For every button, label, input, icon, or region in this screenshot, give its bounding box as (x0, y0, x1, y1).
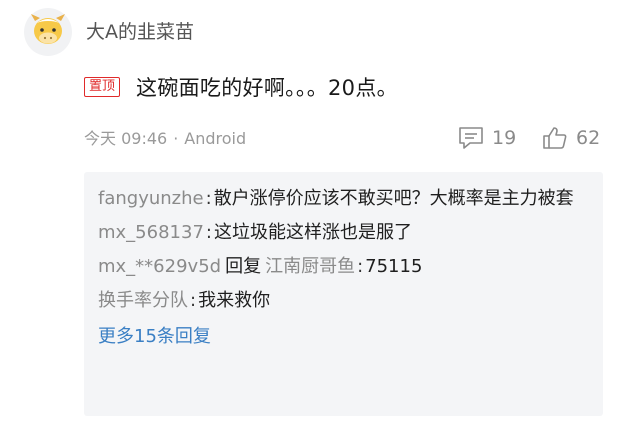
comment-text: 这碗面吃的好啊。。。20点。 (136, 76, 398, 100)
reply-user[interactable]: mx_**629v5d (98, 256, 221, 277)
reply-separator: : (205, 222, 212, 243)
cow-avatar-icon (29, 11, 67, 53)
reply-user[interactable]: 换手率分队 (98, 290, 188, 311)
comment-body: 置顶 这碗面吃的好啊。。。20点。 (84, 70, 398, 104)
reply-count-button[interactable]: 19 (458, 124, 516, 152)
reply-separator: : (190, 290, 197, 311)
comment-meta: 今天 09:46 · Android (84, 128, 246, 150)
reply-user[interactable]: fangyunzhe (98, 188, 204, 209)
username[interactable]: 大A的韭菜苗 (86, 18, 194, 46)
reply-text: 这垃圾能这样涨也是服了 (213, 222, 412, 243)
reply-keyword: 回复 (225, 256, 262, 277)
comment-platform: Android (184, 129, 247, 148)
reply-text: 散户涨停价应该不敢买吧？大概率是主力被套 (213, 188, 574, 209)
reply-text: 75115 (365, 256, 423, 277)
reply-user[interactable]: mx_568137 (98, 222, 204, 243)
replies-panel: fangyunzhe: 散户涨停价应该不敢买吧？大概率是主力被套 mx_56813… (84, 172, 603, 416)
comment-icon (459, 127, 483, 149)
like-count: 62 (576, 127, 601, 149)
meta-separator: · (173, 129, 179, 148)
reply-item[interactable]: mx_568137: 这垃圾能这样涨也是服了 (98, 216, 589, 250)
reply-item[interactable]: mx_**629v5d 回复 江南厨哥鱼:75115 (98, 250, 589, 284)
reply-text: 我来救你 (198, 290, 271, 311)
reply-item[interactable]: 换手率分队: 我来救你 (98, 284, 589, 318)
comment-timestamp: 今天 09:46 (84, 129, 168, 148)
reply-item[interactable]: fangyunzhe: 散户涨停价应该不敢买吧？大概率是主力被套 (98, 182, 589, 216)
reply-separator: : (357, 256, 364, 277)
reply-count: 19 (492, 127, 517, 149)
pinned-badge: 置顶 (84, 77, 121, 97)
like-button[interactable]: 62 (542, 124, 600, 152)
more-replies-link[interactable]: 更多15条回复 (98, 320, 589, 354)
reply-separator: : (205, 188, 212, 209)
thumbs-up-icon (543, 127, 567, 149)
reply-target-user[interactable]: 江南厨哥鱼 (265, 256, 355, 277)
avatar[interactable] (24, 8, 72, 56)
